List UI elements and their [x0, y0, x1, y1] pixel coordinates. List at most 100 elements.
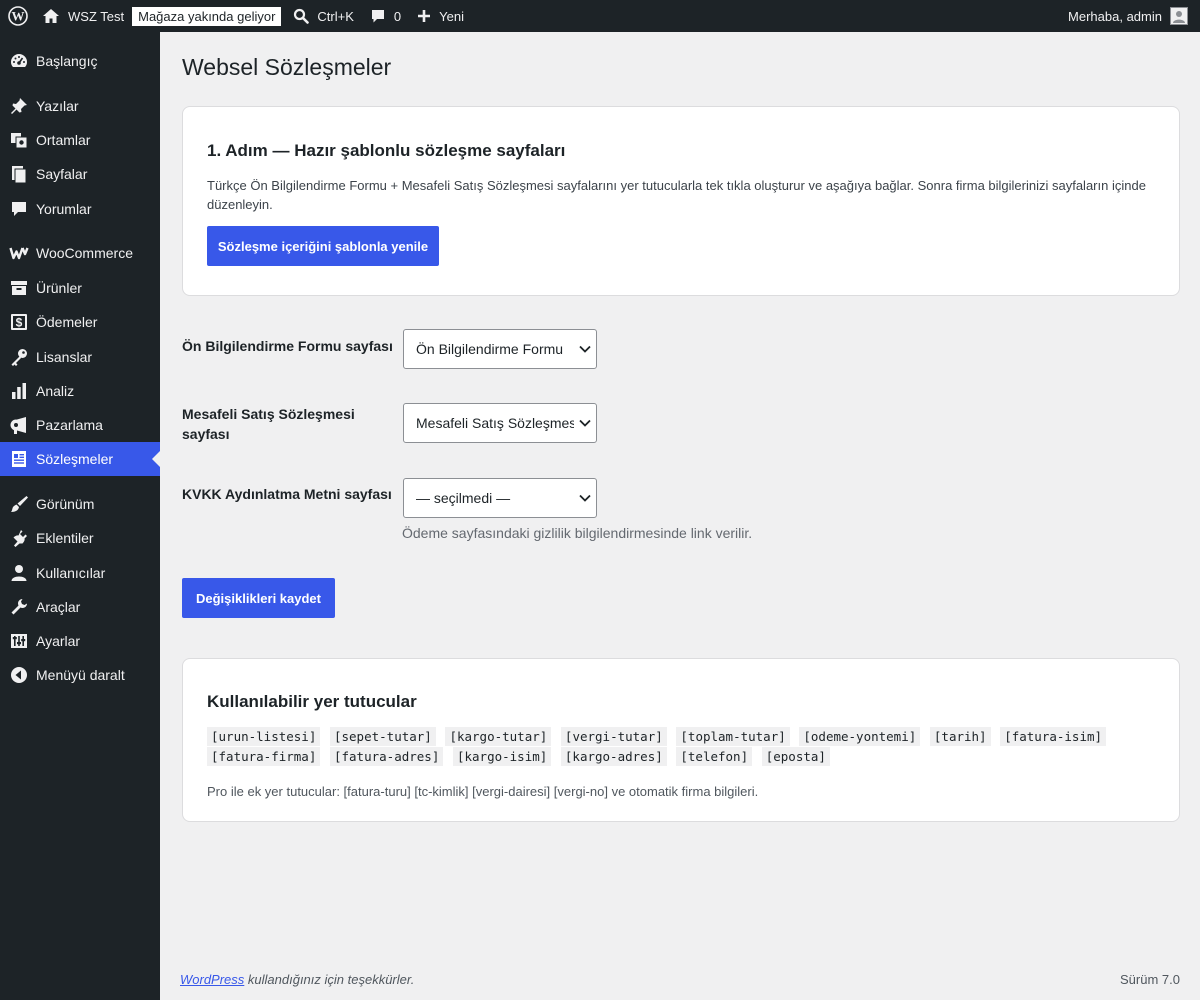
svg-text:$: $	[15, 316, 22, 330]
admin-bar: W WSZ Test Mağaza yakında geliyor Ctrl+K…	[0, 0, 1200, 32]
chevron-down-icon	[574, 419, 596, 427]
new-content-label: Yeni	[439, 8, 464, 24]
sidebar-item-dashboard[interactable]: Başlangıç	[0, 44, 160, 78]
step-description: Türkçe Ön Bilgilendirme Formu + Mesafeli…	[207, 178, 1146, 212]
admin-sidebar: Başlangıç Yazılar Ortamlar Sayfalar Yoru…	[0, 32, 160, 1000]
new-content-button[interactable]: Yeni	[409, 0, 472, 32]
placeholder-code: [kargo-isim]	[452, 747, 552, 766]
sidebar-item-settings[interactable]: Ayarlar	[0, 624, 160, 658]
placeholder-code: [vergi-tutar]	[560, 727, 667, 746]
sidebar-item-label: Ortamlar	[36, 132, 91, 148]
user-account-menu[interactable]: Merhaba, admin	[1060, 0, 1200, 32]
admin-footer: WordPress kullandığınız için teşekkürler…	[180, 972, 1180, 987]
refresh-template-button[interactable]: Sözleşme içeriğini şablonla yenile	[207, 226, 439, 266]
sidebar-item-comments[interactable]: Yorumlar	[0, 192, 160, 226]
pages-icon	[0, 164, 36, 184]
placeholder-code: [odeme-yontemi]	[799, 727, 921, 746]
placeholder-code: [urun-listesi]	[207, 727, 321, 746]
sidebar-item-label: Ürünler	[36, 280, 82, 296]
footer-version: Sürüm 7.0	[1120, 972, 1180, 987]
sidebar-item-label: Ayarlar	[36, 633, 81, 649]
pin-icon	[0, 96, 36, 116]
save-changes-button[interactable]: Değişiklikleri kaydet	[182, 578, 335, 618]
sidebar-item-marketing[interactable]: Pazarlama	[0, 408, 160, 442]
collapse-icon	[0, 665, 36, 685]
placeholder-code: [toplam-tutar]	[676, 727, 790, 746]
placeholder-code: [fatura-isim]	[1000, 727, 1107, 746]
sidebar-item-label: Ödemeler	[36, 314, 98, 330]
kvkk-label: KVKK Aydınlatma Metni sayfası	[182, 486, 392, 502]
sidebar-item-posts[interactable]: Yazılar	[0, 89, 160, 123]
sidebar-item-label: Başlangıç	[36, 53, 98, 69]
sidebar-item-contracts[interactable]: Sözleşmeler	[0, 442, 160, 476]
main-content: Websel Sözleşmeler 1. Adım — Hazır şablo…	[160, 32, 1200, 1000]
placeholder-code: [telefon]	[676, 747, 753, 766]
site-name-link[interactable]: WSZ Test	[36, 0, 132, 32]
user-icon	[0, 563, 36, 583]
select-value: Mesafeli Satış Sözleşmesi	[416, 415, 574, 431]
collapse-menu-button[interactable]: Menüyü daralt	[0, 658, 160, 692]
sidebar-item-media[interactable]: Ortamlar	[0, 123, 160, 157]
on-bilgilendirme-label: Ön Bilgilendirme Formu sayfası	[182, 338, 393, 354]
pro-placeholders-note: Pro ile ek yer tutucular: [fatura-turu] …	[207, 784, 759, 799]
svg-text:W: W	[12, 9, 25, 24]
plugin-icon	[0, 528, 36, 548]
page-title: Websel Sözleşmeler	[182, 54, 392, 80]
store-coming-soon-badge[interactable]: Mağaza yakında geliyor	[132, 6, 282, 26]
mesafeli-satis-select[interactable]: Mesafeli Satış Sözleşmesi	[403, 403, 597, 443]
select-value: — seçilmedi —	[416, 490, 511, 506]
sidebar-item-label: Pazarlama	[36, 417, 103, 433]
placeholder-code: [tarih]	[929, 727, 991, 746]
sidebar-item-label: Yorumlar	[36, 201, 92, 217]
avatar	[1170, 7, 1188, 25]
wordpress-logo-icon[interactable]: W	[0, 0, 36, 32]
site-name-label: WSZ Test	[68, 8, 125, 24]
sidebar-item-label: Sözleşmeler	[36, 451, 114, 467]
footer-thanks-text: kullandığınız için teşekkürler.	[244, 972, 415, 987]
settings-sliders-icon	[0, 631, 36, 651]
placeholder-code: [kargo-tutar]	[445, 727, 552, 746]
sidebar-item-tools[interactable]: Araçlar	[0, 590, 160, 624]
command-palette-button[interactable]: Ctrl+K	[285, 0, 361, 32]
sidebar-item-label: Yazılar	[36, 98, 79, 114]
archive-icon	[0, 278, 36, 298]
home-icon	[42, 8, 60, 24]
payments-icon: $	[0, 312, 36, 332]
wordpress-link[interactable]: WordPress	[180, 972, 244, 987]
kvkk-description: Ödeme sayfasındaki gizlilik bilgilendirm…	[402, 525, 753, 541]
media-icon	[0, 130, 36, 150]
sidebar-item-label: Kullanıcılar	[36, 565, 106, 581]
comment-icon	[370, 8, 386, 24]
woocommerce-icon	[0, 243, 36, 263]
placeholder-code: [eposta]	[761, 747, 830, 766]
brush-icon	[0, 494, 36, 514]
plus-icon	[417, 9, 431, 23]
placeholder-code: [fatura-firma]	[207, 747, 321, 766]
sidebar-item-users[interactable]: Kullanıcılar	[0, 556, 160, 590]
sidebar-item-label: Eklentiler	[36, 530, 94, 546]
sidebar-item-products[interactable]: Ürünler	[0, 271, 160, 305]
select-value: Ön Bilgilendirme Formu	[416, 341, 564, 357]
sidebar-item-plugins[interactable]: Eklentiler	[0, 521, 160, 555]
chevron-down-icon	[574, 345, 596, 353]
chevron-down-icon	[574, 494, 596, 502]
search-icon	[293, 8, 310, 24]
sidebar-item-woocommerce[interactable]: WooCommerce	[0, 236, 160, 270]
sidebar-item-label: Menüyü daralt	[36, 667, 125, 683]
kvkk-select[interactable]: — seçilmedi —	[403, 478, 597, 518]
document-icon	[0, 449, 36, 469]
on-bilgilendirme-select[interactable]: Ön Bilgilendirme Formu	[403, 329, 597, 369]
sidebar-item-analytics[interactable]: Analiz	[0, 374, 160, 408]
sidebar-item-appearance[interactable]: Görünüm	[0, 487, 160, 521]
search-shortcut-label: Ctrl+K	[317, 8, 354, 24]
sidebar-item-licenses[interactable]: Lisanslar	[0, 340, 160, 374]
sidebar-item-payments[interactable]: $ Ödemeler	[0, 305, 160, 339]
sidebar-item-label: WooCommerce	[36, 245, 133, 261]
sidebar-item-label: Sayfalar	[36, 166, 88, 182]
comment-icon	[0, 199, 36, 219]
step-heading: 1. Adım — Hazır şablonlu sözleşme sayfal…	[207, 141, 566, 160]
comments-link[interactable]: 0	[362, 0, 409, 32]
sidebar-item-label: Analiz	[36, 383, 75, 399]
megaphone-icon	[0, 415, 36, 435]
sidebar-item-pages[interactable]: Sayfalar	[0, 157, 160, 191]
